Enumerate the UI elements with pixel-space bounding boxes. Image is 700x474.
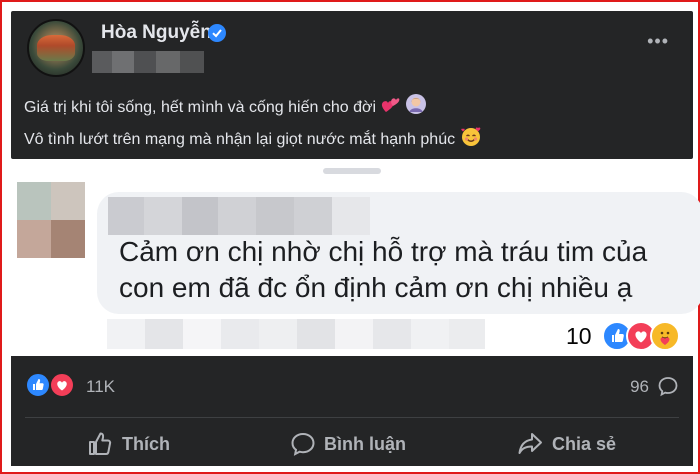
comment-total[interactable]: 96	[630, 377, 649, 397]
share-button[interactable]: Chia sẻ	[516, 426, 616, 462]
more-options-icon[interactable]: •••	[647, 31, 669, 52]
summary-love-icon	[49, 372, 75, 398]
reaction-total[interactable]: 11K	[86, 377, 115, 397]
comment-icon	[291, 432, 315, 456]
caption-line-1: Giá trị khi tôi sống, hết mình và cống h…	[24, 99, 377, 116]
post-header: Hòa Nguyễn ••• Giá trị khi tôi sống, hết…	[11, 11, 693, 159]
comment-label: Bình luận	[324, 433, 406, 454]
comment-text: Cảm ơn chị nhờ chị hỗ trợ mà tráu tim củ…	[119, 236, 648, 303]
summary-like-icon	[25, 372, 51, 398]
comment-screenshot: Cảm ơn chị nhờ chị hỗ trợ mà tráu tim củ…	[11, 159, 700, 356]
author-avatar[interactable]	[27, 19, 85, 77]
verified-badge-icon	[208, 24, 226, 42]
comment-actions-blurred	[107, 319, 485, 349]
author-name[interactable]: Hòa Nguyễn	[101, 22, 212, 44]
post-meta-blurred	[92, 51, 204, 73]
post-caption: Giá trị khi tôi sống, hết mình và cống h…	[24, 93, 482, 157]
share-icon	[518, 433, 542, 454]
like-button[interactable]: Thích	[86, 426, 170, 462]
post-footer: 11K 96 Thích Bình luận Chia sẻ	[11, 356, 693, 466]
commenter-avatar-blurred	[17, 182, 85, 258]
heart-emoji-icon	[380, 95, 400, 125]
smiling-hearts-emoji-icon	[460, 125, 482, 157]
footer-divider	[25, 417, 679, 418]
commenter-name-blurred	[108, 197, 370, 235]
share-label: Chia sẻ	[552, 433, 617, 454]
like-label: Thích	[122, 433, 170, 454]
drag-handle[interactable]	[323, 168, 381, 174]
screenshot-frame: Hòa Nguyễn ••• Giá trị khi tôi sống, hết…	[0, 0, 700, 474]
comment-button[interactable]: Bình luận	[290, 426, 406, 462]
comment-bubble: Cảm ơn chị nhờ chị hỗ trợ mà tráu tim củ…	[97, 192, 700, 314]
comment-count-icon	[657, 375, 679, 402]
care-reaction-icon	[650, 321, 680, 351]
like-icon	[89, 432, 112, 455]
comment-reaction-count[interactable]: 10	[566, 323, 592, 350]
woman-emoji-icon	[405, 93, 427, 125]
caption-line-2: Vô tình lướt trên mạng mà nhận lại giọt …	[24, 131, 456, 148]
